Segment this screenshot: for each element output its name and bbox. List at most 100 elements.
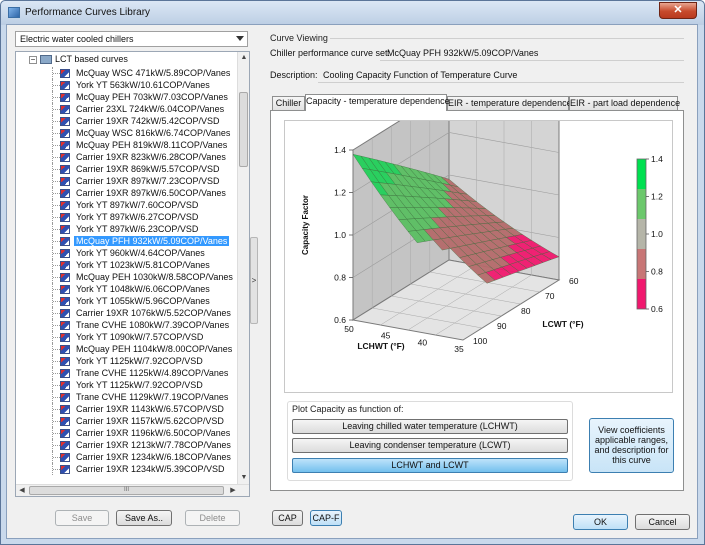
colorbar-segment: [637, 279, 646, 309]
tree-item-label: McQuay WSC 471kW/5.89COP/Vanes: [76, 68, 231, 78]
cap-button[interactable]: CAP: [272, 510, 303, 526]
tree-item-label: Carrier 19XR 897kW/6.50COP/Vanes: [76, 188, 226, 198]
z-axis-label: Capacity Factor: [301, 195, 310, 255]
curve-icon: [60, 441, 70, 450]
y-tick-label: 100: [473, 336, 487, 346]
tree-item[interactable]: York YT 1125kW/7.92COP/VSD: [16, 379, 238, 391]
tree-vertical-scrollbar[interactable]: ▲ ▼: [237, 52, 249, 484]
tree-item[interactable]: Carrier 19XR 1234kW/6.18COP/Vanes: [16, 451, 238, 463]
curve-icon: [60, 81, 70, 90]
tree-item[interactable]: Trane CVHE 1129kW/7.19COP/Vanes: [16, 391, 238, 403]
tree-item[interactable]: York YT 1023kW/5.81COP/Vanes: [16, 259, 238, 271]
scroll-right-icon[interactable]: ▶: [227, 485, 239, 496]
tree-item[interactable]: Carrier 19XR 1157kW/5.62COP/VSD: [16, 415, 238, 427]
tree-item-label: Carrier 19XR 1157kW/5.62COP/VSD: [76, 416, 224, 426]
scroll-left-icon[interactable]: ◀: [16, 485, 28, 496]
tree-item[interactable]: McQuay PEH 1030kW/8.58COP/Vanes: [16, 271, 238, 283]
tab-capacity-temperature[interactable]: Capacity - temperature dependence: [305, 94, 450, 111]
tree-item-label: York YT 1023kW/5.81COP/Vanes: [76, 260, 210, 270]
tree-guide-line: [52, 175, 60, 187]
close-button[interactable]: ✕: [659, 2, 697, 19]
tree-item-label: Carrier 19XR 823kW/6.28COP/Vanes: [76, 152, 226, 162]
tree-item-label: McQuay PEH 1030kW/8.58COP/Vanes: [76, 272, 233, 282]
tree-item-label: Carrier 19XR 1213kW/7.78COP/Vanes: [76, 440, 231, 450]
tree-item[interactable]: McQuay WSC 816kW/6.74COP/Vanes: [16, 127, 238, 139]
curve-tree[interactable]: − LCT based curves McQuay WSC 471kW/5.89C…: [15, 51, 250, 497]
tab-eir-part-load[interactable]: EIR - part load dependence: [569, 96, 680, 111]
tree-item[interactable]: McQuay PEH 703kW/7.03COP/Vanes: [16, 91, 238, 103]
tree-item[interactable]: York YT 897kW/7.60COP/VSD: [16, 199, 238, 211]
tree-item[interactable]: Trane CVHE 1125kW/4.89COP/Vanes: [16, 367, 238, 379]
tree-item[interactable]: Carrier 19XR 869kW/5.57COP/VSD: [16, 163, 238, 175]
tree-guide-line: [52, 463, 60, 475]
tree-item[interactable]: York YT 1055kW/5.96COP/Vanes: [16, 295, 238, 307]
tree-item[interactable]: Carrier 19XR 1196kW/6.50COP/Vanes: [16, 427, 238, 439]
scroll-thumb[interactable]: [239, 92, 248, 167]
curve-icon: [60, 165, 70, 174]
tree-item[interactable]: York YT 897kW/6.23COP/VSD: [16, 223, 238, 235]
view-coefficients-button[interactable]: View coefficients applicable ranges, and…: [589, 418, 674, 473]
curve-icon: [60, 201, 70, 210]
tree-guide-line: [52, 379, 60, 391]
tree-item[interactable]: York YT 563kW/10.61COP/Vanes: [16, 79, 238, 91]
tree-item-label: Carrier 19XR 1234kW/6.18COP/Vanes: [76, 452, 231, 462]
tree-item[interactable]: Carrier 19XR 897kW/7.23COP/VSD: [16, 175, 238, 187]
tree-item[interactable]: Trane CVHE 1080kW/7.39COP/Vanes: [16, 319, 238, 331]
tree-item-label: York YT 897kW/7.60COP/VSD: [76, 200, 199, 210]
tree-item[interactable]: McQuay WSC 471kW/5.89COP/Vanes: [16, 67, 238, 79]
cap-f-button[interactable]: CAP-F: [310, 510, 342, 526]
tree-root-node[interactable]: − LCT based curves: [29, 54, 128, 66]
tree-item[interactable]: Carrier 23XL 724kW/6.04COP/Vanes: [16, 103, 238, 115]
cancel-button[interactable]: Cancel: [635, 514, 690, 530]
tree-horizontal-scrollbar[interactable]: ◀ III ▶: [16, 484, 249, 496]
tree-item[interactable]: York YT 1125kW/7.92COP/VSD: [16, 355, 238, 367]
tree-item-list: McQuay WSC 471kW/5.89COP/Vanes York YT 56…: [16, 67, 238, 475]
folder-icon: [40, 55, 52, 65]
plot-lchwt-button[interactable]: Leaving chilled water temperature (LCHWT…: [292, 419, 568, 434]
tree-item[interactable]: McQuay PFH 932kW/5.09COP/Vanes: [16, 235, 238, 247]
delete-button[interactable]: Delete: [185, 510, 240, 526]
tree-item[interactable]: Carrier 19XR 897kW/6.50COP/Vanes: [16, 187, 238, 199]
tree-item[interactable]: Carrier 19XR 1143kW/6.57COP/VSD: [16, 403, 238, 415]
tree-item-label: York YT 960kW/4.64COP/Vanes: [76, 248, 205, 258]
curve-icon: [60, 249, 70, 258]
x-tick-label: 50: [344, 324, 354, 334]
colorbar-segment: [637, 189, 646, 219]
curve-icon: [60, 141, 70, 150]
scroll-down-icon[interactable]: ▼: [238, 472, 249, 484]
ok-button[interactable]: OK: [573, 514, 628, 530]
scroll-up-icon[interactable]: ▲: [238, 52, 249, 64]
tree-guide-line: [52, 307, 60, 319]
tree-item[interactable]: McQuay PEH 1104kW/8.00COP/Vanes: [16, 343, 238, 355]
tab-eir-temperature[interactable]: EIR - temperature dependence: [447, 96, 572, 111]
tree-item[interactable]: Carrier 19XR 742kW/5.42COP/VSD: [16, 115, 238, 127]
plot-lcwt-button[interactable]: Leaving condenser temperature (LCWT): [292, 438, 568, 453]
plot-lchwt-lcwt-button[interactable]: LCHWT and LCWT: [292, 458, 568, 473]
save-as-button[interactable]: Save As..: [116, 510, 172, 526]
tree-item[interactable]: York YT 1048kW/6.06COP/Vanes: [16, 283, 238, 295]
curve-icon: [60, 153, 70, 162]
colorbar-tick-label: 1.2: [651, 192, 663, 202]
y-tick-label: 70: [545, 291, 555, 301]
tree-item[interactable]: Carrier 19XR 823kW/6.28COP/Vanes: [16, 151, 238, 163]
chevron-down-icon: [236, 36, 244, 41]
surface-plot-area: 0.6 0.8 1.0 1.2 1.4 50 45 40 35 60 70 80 90 100 Capaci…: [284, 89, 673, 393]
curve-icon: [60, 117, 70, 126]
save-button[interactable]: Save: [55, 510, 109, 526]
y-tick-label: 80: [521, 306, 531, 316]
tree-item[interactable]: York YT 960kW/4.64COP/Vanes: [16, 247, 238, 259]
tree-item[interactable]: York YT 897kW/6.27COP/VSD: [16, 211, 238, 223]
z-tick-label: 0.8: [334, 273, 346, 283]
tree-item[interactable]: York YT 1090kW/7.57COP/VSD: [16, 331, 238, 343]
tree-item[interactable]: Carrier 19XR 1234kW/5.39COP/VSD: [16, 463, 238, 475]
tree-item[interactable]: Carrier 19XR 1076kW/5.52COP/Vanes: [16, 307, 238, 319]
tab-chiller[interactable]: Chiller: [272, 96, 305, 111]
z-tick-label: 1.2: [334, 188, 346, 198]
tree-item[interactable]: McQuay PEH 819kW/8.11COP/Vanes: [16, 139, 238, 151]
panel-splitter-toggle[interactable]: >: [250, 237, 258, 324]
category-dropdown[interactable]: Electric water cooled chillers: [15, 31, 248, 47]
collapse-icon[interactable]: −: [29, 55, 37, 64]
tree-item-label: York YT 1125kW/7.92COP/VSD: [76, 380, 203, 390]
tree-item[interactable]: Carrier 19XR 1213kW/7.78COP/Vanes: [16, 439, 238, 451]
horizontal-scroll-thumb[interactable]: III: [29, 486, 224, 495]
